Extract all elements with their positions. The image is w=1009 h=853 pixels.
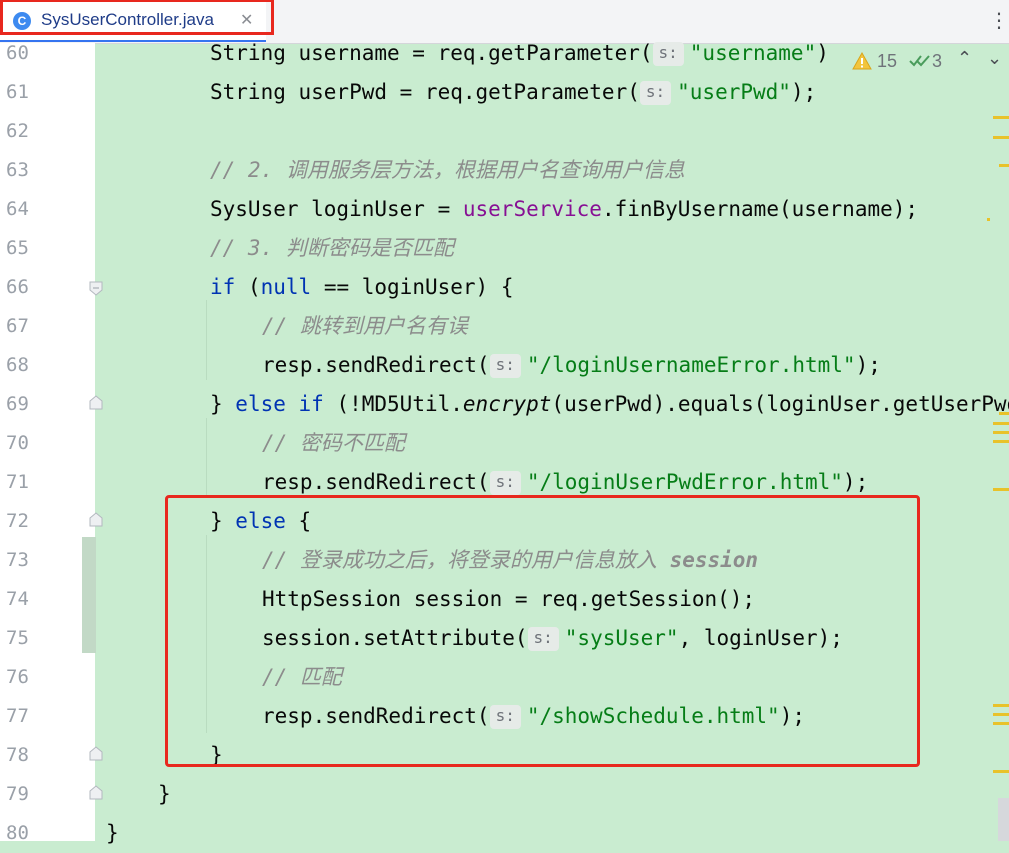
line-number: 74 [6, 588, 29, 610]
code-line[interactable]: resp.sendRedirect(s: "/loginUserPwdError.… [262, 463, 868, 502]
fold-icon[interactable] [88, 512, 104, 528]
line-number: 69 [6, 393, 29, 415]
stripe-mark[interactable] [993, 136, 1009, 139]
line-number: 60 [6, 42, 29, 64]
code-comment[interactable]: // 密码不匹配 [262, 424, 405, 463]
stripe-mark[interactable] [987, 218, 990, 221]
code-comment[interactable]: // 登录成功之后，将登录的用户信息放入 session [262, 541, 758, 580]
vcs-change-marker[interactable] [82, 537, 96, 653]
close-icon[interactable]: ✕ [240, 10, 253, 29]
parameter-hint: s: [489, 705, 521, 729]
chevron-up-icon[interactable]: ⌃ [957, 48, 972, 69]
line-number: 63 [6, 159, 29, 181]
line-number: 72 [6, 510, 29, 532]
parameter-hint: s: [489, 354, 521, 378]
warning-count: 15 [877, 51, 898, 71]
line-number: 65 [6, 237, 29, 259]
line-number: 73 [6, 549, 29, 571]
weak-warning-count: 3 [932, 51, 943, 71]
indent-guide [206, 300, 207, 380]
line-number: 78 [6, 744, 29, 766]
fold-icon[interactable] [88, 395, 104, 411]
line-number: 68 [6, 354, 29, 376]
stripe-mark[interactable] [993, 713, 1009, 716]
code-line[interactable]: resp.sendRedirect(s: "/loginUsernameError… [262, 346, 881, 385]
tab-label[interactable]: SysUserController.java [41, 10, 214, 30]
code-comment[interactable]: // 2. 调用服务层方法，根据用户名查询用户信息 [210, 151, 685, 190]
code-line[interactable]: session.setAttribute(s: "sysUser", loginU… [262, 619, 843, 658]
fold-icon[interactable] [88, 280, 104, 296]
line-number: 62 [6, 120, 29, 142]
code-line[interactable]: String username = req.getParameter(s: "us… [210, 34, 829, 73]
code-comment[interactable]: // 匹配 [262, 658, 342, 697]
stripe-mark[interactable] [993, 422, 1009, 425]
code-line[interactable]: } [210, 736, 223, 775]
code-comment[interactable]: // 跳转到用户名有误 [262, 307, 468, 346]
code-line[interactable]: SysUser loginUser = userService.finByUse… [210, 190, 918, 229]
line-number: 67 [6, 315, 29, 337]
stripe-mark[interactable] [999, 164, 1009, 167]
double-check-icon [909, 52, 931, 75]
chevron-down-icon[interactable]: ⌄ [987, 48, 1002, 69]
stripe-mark[interactable] [993, 440, 1009, 443]
line-number: 79 [6, 783, 29, 805]
fold-icon[interactable] [88, 746, 104, 762]
code-comment[interactable]: // 3. 判断密码是否匹配 [210, 229, 454, 268]
fold-icon[interactable] [88, 785, 104, 801]
indent-guide [206, 418, 207, 498]
line-number: 80 [6, 822, 29, 844]
stripe-mark[interactable] [993, 770, 1009, 773]
stripe-mark[interactable] [999, 412, 1009, 415]
line-number: 77 [6, 705, 29, 727]
code-line[interactable]: } else if (!MD5Util.encrypt(userPwd).equ… [210, 385, 1009, 424]
line-number: 61 [6, 81, 29, 103]
parameter-hint: s: [527, 627, 559, 651]
stripe-mark[interactable] [993, 431, 1009, 434]
parameter-hint: s: [489, 471, 521, 495]
code-line[interactable]: if (null == loginUser) { [210, 268, 513, 307]
code-line[interactable]: } [106, 814, 119, 853]
code-line[interactable]: String userPwd = req.getParameter(s: "use… [210, 73, 816, 112]
stripe-mark[interactable] [993, 722, 1009, 725]
more-options-icon[interactable]: ⋮ [989, 9, 1009, 31]
code-line[interactable]: } [158, 775, 171, 814]
java-class-icon: C [13, 12, 31, 30]
line-number: 64 [6, 198, 29, 220]
line-number: 70 [6, 432, 29, 454]
inspection-widget[interactable]: 15 3 ⌃ ⌄ [852, 48, 1009, 76]
code-line[interactable]: resp.sendRedirect(s: "/showSchedule.html"… [262, 697, 805, 736]
stripe-mark[interactable] [993, 116, 1009, 119]
line-number: 75 [6, 627, 29, 649]
line-number: 76 [6, 666, 29, 688]
line-number: 66 [6, 276, 29, 298]
line-number: 71 [6, 471, 29, 493]
stripe-mark[interactable] [993, 488, 1009, 491]
code-line[interactable]: } else { [210, 502, 311, 541]
stripe-mark[interactable] [993, 704, 1009, 707]
scrollbar-thumb[interactable] [998, 798, 1009, 841]
parameter-hint: s: [652, 42, 684, 66]
warning-icon [852, 51, 872, 75]
indent-guide [206, 535, 207, 733]
code-line[interactable]: HttpSession session = req.getSession(); [262, 580, 755, 619]
parameter-hint: s: [639, 81, 672, 105]
